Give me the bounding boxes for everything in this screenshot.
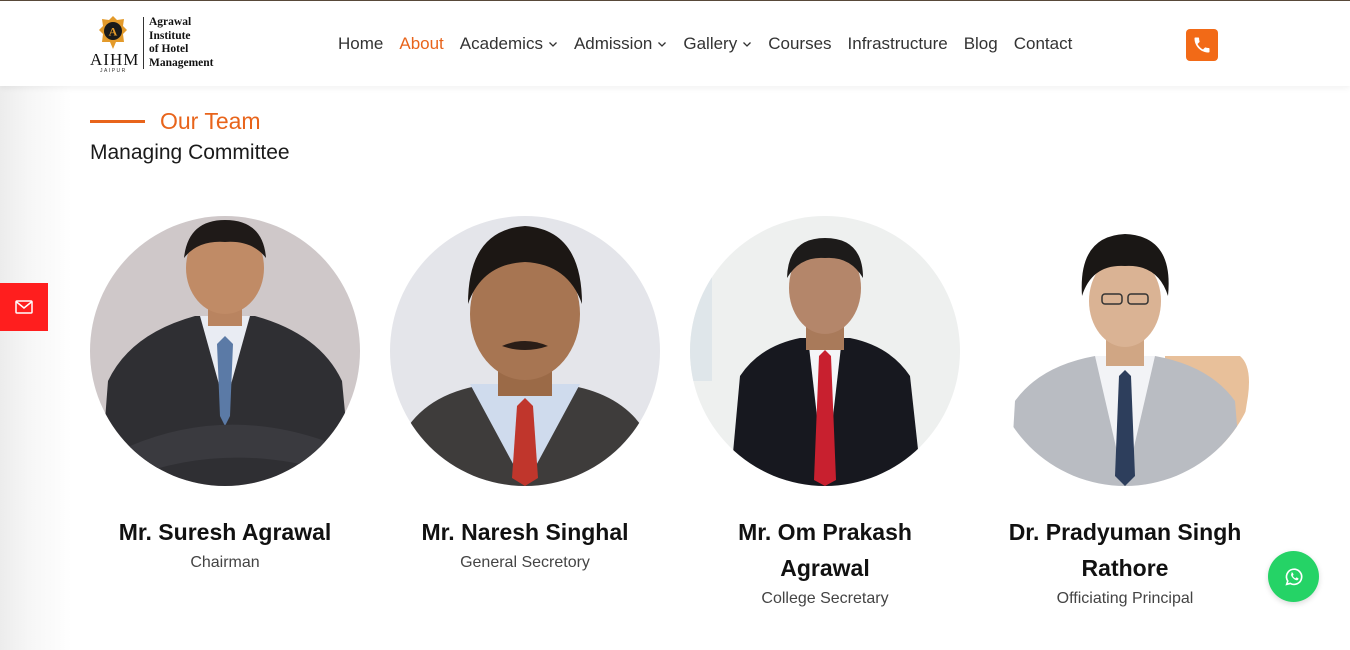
chevron-down-icon xyxy=(548,42,557,47)
member-photo xyxy=(990,216,1260,486)
mail-icon xyxy=(15,300,33,314)
member-photo xyxy=(690,216,960,486)
member-role: Officiating Principal xyxy=(1056,590,1194,607)
chevron-down-icon xyxy=(658,42,667,47)
member-role: College Secretary xyxy=(761,590,889,607)
member-photo xyxy=(90,216,360,486)
site-logo[interactable]: A AIHM JAIPUR Agrawal Institute of Hotel… xyxy=(90,15,230,75)
nav-blog-label: Blog xyxy=(963,34,998,53)
member-role: Chairman xyxy=(190,554,260,571)
svg-text:A: A xyxy=(109,25,118,39)
nav-courses[interactable]: Courses xyxy=(768,34,831,54)
nav-admission-label: Admission xyxy=(573,34,653,53)
nav-blog[interactable]: Blog xyxy=(964,34,998,54)
left-edge-shadow xyxy=(0,86,72,650)
logo-short-name: AIHM xyxy=(90,50,140,69)
whatsapp-icon xyxy=(1284,567,1303,585)
nav-contact-label: Contact xyxy=(1013,34,1073,53)
logo-full-name: Agrawal Institute of Hotel Management xyxy=(149,16,214,69)
nav-admission[interactable]: Admission xyxy=(574,34,667,54)
team-card: Dr. Pradyuman Singh Rathore Officiating … xyxy=(990,216,1260,608)
logo-divider xyxy=(143,17,144,69)
logo-city: JAIPUR xyxy=(100,68,127,74)
member-name: Mr. Om Prakash Agrawal xyxy=(738,519,912,581)
eyebrow-line xyxy=(90,120,145,123)
phone-icon xyxy=(1194,37,1210,53)
nav-infrastructure[interactable]: Infrastructure xyxy=(848,34,948,54)
whatsapp-button[interactable] xyxy=(1268,551,1319,602)
team-card: Mr. Naresh Singhal General Secretory xyxy=(390,216,660,608)
nav-home-label: Home xyxy=(338,34,384,53)
nav-courses-label: Courses xyxy=(768,34,832,53)
nav-home[interactable]: Home xyxy=(338,34,383,54)
nav-gallery[interactable]: Gallery xyxy=(683,34,752,54)
nav-about[interactable]: About xyxy=(399,34,443,54)
member-role: General Secretory xyxy=(460,554,590,571)
section-eyebrow-text: Our Team xyxy=(160,108,261,134)
nav-gallery-label: Gallery xyxy=(683,34,738,53)
section-eyebrow: Our Team xyxy=(90,108,290,135)
member-name: Mr. Naresh Singhal xyxy=(421,519,629,545)
section-title: Managing Committee xyxy=(90,141,290,164)
main-nav: Home About Academics Admission Gallery C… xyxy=(330,31,1080,57)
member-photo xyxy=(390,216,660,486)
nav-contact[interactable]: Contact xyxy=(1014,34,1073,54)
nav-academics[interactable]: Academics xyxy=(460,34,558,54)
team-section-header: Our Team Managing Committee xyxy=(90,108,290,165)
nav-academics-label: Academics xyxy=(459,34,543,53)
team-card: Mr. Om Prakash Agrawal College Secretary xyxy=(690,216,960,608)
team-card: Mr. Suresh Agrawal Chairman xyxy=(90,216,360,608)
logo-emblem-icon: A xyxy=(99,16,127,49)
nav-infrastructure-label: Infrastructure xyxy=(847,34,948,53)
phone-button[interactable] xyxy=(1186,29,1218,61)
site-header: A AIHM JAIPUR Agrawal Institute of Hotel… xyxy=(0,1,1350,86)
nav-about-label: About xyxy=(399,34,444,53)
chevron-down-icon xyxy=(743,42,752,47)
member-name: Mr. Suresh Agrawal xyxy=(118,519,332,545)
member-name: Dr. Pradyuman Singh Rathore xyxy=(1008,519,1242,581)
team-grid: Mr. Suresh Agrawal Chairman Mr. Naresh S… xyxy=(90,216,1260,608)
floating-mail-button[interactable] xyxy=(0,283,48,331)
